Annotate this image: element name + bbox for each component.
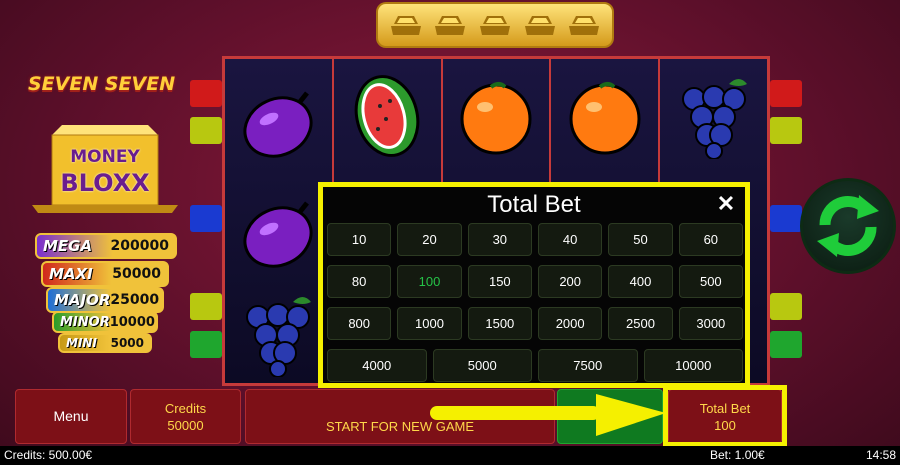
status-bet: Bet: 1.00€ <box>710 448 765 462</box>
bet-option-100[interactable]: 100 <box>397 265 462 298</box>
credits-panel: Credits 50000 <box>130 389 241 444</box>
payline-marker <box>190 331 222 358</box>
jackpot-label: MINI <box>66 336 97 350</box>
jackpot-value: 50000 <box>112 266 161 282</box>
bet-option-800[interactable]: 800 <box>327 307 392 340</box>
game-logo-title: SEVEN SEVEN <box>28 73 176 95</box>
bet-option-20[interactable]: 20 <box>397 223 462 256</box>
jackpot-label: MEGA <box>43 237 93 255</box>
grapes-icon <box>681 79 747 159</box>
bet-option-500[interactable]: 500 <box>678 265 743 298</box>
credits-label: Credits <box>164 400 207 416</box>
menu-label: Menu <box>53 408 89 424</box>
dialog-title: Total Bet <box>487 191 581 218</box>
payline-marker <box>770 293 802 320</box>
jackpot-mini: MINI 5000 <box>58 333 152 353</box>
status-credits: Credits: 500.00€ <box>4 448 93 462</box>
jackpot-value: 200000 <box>110 238 169 254</box>
bet-option-400[interactable]: 400 <box>608 265 673 298</box>
jackpot-major: MAJOR 25000 <box>46 287 164 313</box>
status-bar: Credits: 500.00€ Bet: 1.00€ 14:58 <box>0 446 900 465</box>
payline-marker <box>190 117 222 144</box>
bet-option-80[interactable]: 80 <box>327 265 392 298</box>
payline-marker <box>190 80 222 107</box>
jackpot-minor: MINOR 10000 <box>52 311 158 333</box>
orange-icon <box>569 82 641 155</box>
payline-marker <box>770 205 802 232</box>
bet-option-2000[interactable]: 2000 <box>538 307 603 340</box>
bet-option-1000[interactable]: 1000 <box>397 307 462 340</box>
gold-bar-icon <box>479 16 510 35</box>
grapes-icon <box>246 297 312 377</box>
spin-button[interactable] <box>800 178 896 274</box>
highlight-frame <box>663 385 787 447</box>
total-bet-dialog: Total Bet ✕ 10 20 30 40 50 60 80 100 150 200 400 50… <box>318 182 750 388</box>
gold-bar-icon <box>569 16 600 35</box>
plum-icon <box>243 91 313 158</box>
jackpot-label: MAXI <box>49 265 93 283</box>
jackpot-value: 25000 <box>110 292 160 308</box>
menu-button[interactable]: Menu <box>15 389 127 444</box>
payline-marker <box>190 205 222 232</box>
payline-marker <box>770 80 802 107</box>
gold-bars-strip <box>376 2 614 48</box>
credits-value: 50000 <box>167 417 204 433</box>
logo-money-text: MONEY <box>70 147 140 167</box>
bet-option-40[interactable]: 40 <box>538 223 603 256</box>
status-time: 14:58 <box>866 448 897 462</box>
payline-marker <box>770 331 802 358</box>
payline-marker <box>190 293 222 320</box>
bet-option-4000[interactable]: 4000 <box>327 349 427 382</box>
jackpot-value: 5000 <box>110 336 144 350</box>
bet-option-5000[interactable]: 5000 <box>432 349 532 382</box>
gold-bar-icon <box>435 16 466 35</box>
jackpot-label: MINOR <box>60 314 110 330</box>
bet-option-150[interactable]: 150 <box>467 265 532 298</box>
jackpot-maxi: MAXI 50000 <box>41 261 169 287</box>
bet-option-10[interactable]: 10 <box>327 223 392 256</box>
jackpot-mega: MEGA 200000 <box>35 233 177 259</box>
jackpot-value: 10000 <box>109 314 155 330</box>
bet-option-1500[interactable]: 1500 <box>467 307 532 340</box>
bet-option-200[interactable]: 200 <box>538 265 603 298</box>
refresh-icon <box>817 195 879 257</box>
bet-option-10000[interactable]: 10000 <box>643 349 743 382</box>
plum-icon <box>243 201 313 268</box>
close-icon[interactable]: ✕ <box>715 191 737 217</box>
bet-option-2500[interactable]: 2500 <box>608 307 673 340</box>
payline-marker <box>770 117 802 144</box>
gold-bar-icon <box>390 16 421 35</box>
bet-option-50[interactable]: 50 <box>608 223 673 256</box>
watermelon-icon <box>354 75 420 157</box>
arrow-right-icon <box>430 394 666 436</box>
logo-bloxx-text: BLOXX <box>60 169 150 197</box>
money-bloxx-logo: MONEY BLOXX <box>32 125 178 213</box>
bet-option-3000[interactable]: 3000 <box>678 307 743 340</box>
bet-option-30[interactable]: 30 <box>467 223 532 256</box>
bet-option-60[interactable]: 60 <box>678 223 743 256</box>
bet-option-7500[interactable]: 7500 <box>538 349 638 382</box>
jackpot-label: MAJOR <box>54 291 111 309</box>
gold-bar-icon <box>524 16 555 35</box>
orange-icon <box>460 82 532 155</box>
